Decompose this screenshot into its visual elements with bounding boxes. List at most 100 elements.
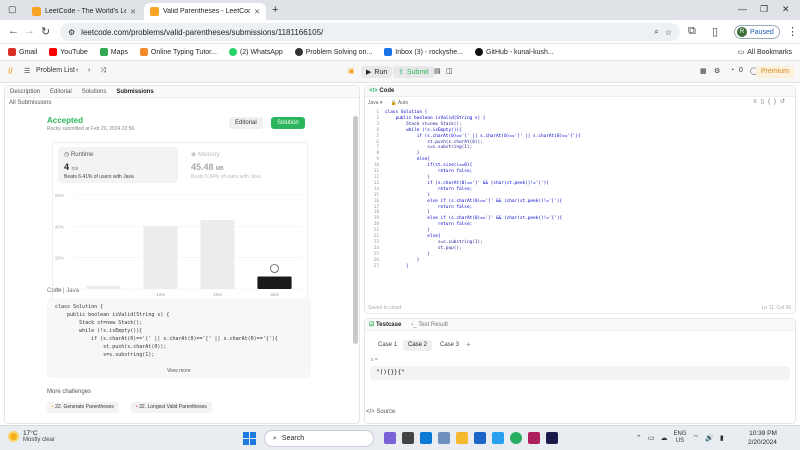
editor-tools[interactable]: ≡▯{}↺ — [753, 98, 789, 105]
onedrive-icon[interactable]: ☁ — [661, 434, 668, 442]
problem-list-link[interactable]: Problem List — [36, 67, 75, 74]
all-bookmarks[interactable]: ▭ All Bookmarks — [738, 48, 792, 57]
edge-icon[interactable] — [420, 432, 432, 444]
next-problem-icon[interactable]: › — [88, 67, 90, 74]
premium-button[interactable]: Premium — [755, 66, 794, 78]
all-submissions-link[interactable]: All Submissions — [9, 100, 51, 106]
left-scrollbar[interactable] — [353, 116, 358, 344]
taskbar-clock[interactable]: 10:39 PM 2/20/2024 — [748, 429, 777, 447]
weather-widget[interactable]: 17°C Mostly clear — [8, 430, 55, 443]
tab-menu-icon[interactable]: ▢ — [8, 4, 17, 15]
bookmark-star-icon[interactable]: ☆ — [665, 28, 672, 37]
challenge-generate-parentheses[interactable]: • 22. Generate Parentheses — [47, 402, 119, 413]
file-explorer-icon[interactable] — [456, 432, 468, 444]
gmail-icon — [8, 48, 16, 56]
settings-icon[interactable] — [438, 432, 450, 444]
layout-icon[interactable]: ▦ — [700, 67, 707, 75]
bookmark-youtube[interactable]: YouTube — [49, 48, 88, 56]
close-icon[interactable]: ✕ — [254, 8, 260, 16]
leetcode-logo-icon[interactable]: ⟨/ — [8, 67, 13, 75]
tab-submissions[interactable]: Submissions — [116, 89, 153, 95]
solution-button[interactable]: Solution — [271, 117, 305, 129]
volume-icon[interactable]: 🔊 — [705, 434, 714, 442]
site-info-icon[interactable]: ⚙ — [68, 28, 75, 37]
extensions-icon[interactable]: ⧉ — [688, 25, 696, 38]
notes-icon[interactable]: ▤ — [434, 67, 441, 75]
fullscreen-icon[interactable]: ◫ — [446, 67, 453, 75]
code-line[interactable]: } — [385, 264, 581, 270]
back-arrow-icon[interactable]: ← — [8, 25, 19, 37]
url-bar[interactable]: ⚙ leetcode.com/problems/valid-parenthese… — [60, 23, 680, 41]
chrome-icon[interactable] — [510, 432, 522, 444]
reload-icon[interactable]: ↻ — [41, 25, 50, 38]
tab-solutions[interactable]: Solutions — [82, 89, 107, 95]
bookmark-gmail[interactable]: Gmail — [8, 48, 37, 56]
battery-icon[interactable]: ▮ — [720, 434, 724, 442]
case-3-tab[interactable]: Case 3 — [435, 340, 464, 351]
code-line[interactable]: if (s.charAt(0)=='(' || s.charAt(0)=='['… — [385, 134, 581, 140]
shuffle-icon[interactable]: ⤨ — [100, 67, 106, 75]
whatsapp-taskbar-icon[interactable] — [492, 432, 504, 444]
code-line[interactable]: else if (s.charAt(0)==']' && (char)st.pe… — [385, 199, 581, 205]
runtime-box[interactable]: ◷ Runtime 4 ms Beats 6.41% of users with… — [58, 147, 178, 183]
chevron-up-icon[interactable]: ⌃ — [636, 434, 642, 442]
task-view-icon[interactable] — [402, 432, 414, 444]
source-link[interactable]: </> Source — [366, 409, 395, 415]
sidepanel-icon[interactable]: ▯ — [712, 25, 718, 38]
settings-gear-icon[interactable]: ⚙ — [714, 67, 720, 75]
url-text[interactable]: leetcode.com/problems/valid-parentheses/… — [81, 28, 648, 37]
zoom-icon[interactable]: ⌕ — [654, 27, 658, 37]
wifi-icon[interactable]: ⌔ — [693, 434, 700, 443]
debug-icon[interactable]: ▣ — [348, 67, 355, 75]
browser-tab-valid-parentheses[interactable]: Valid Parentheses - LeetCode ✕ — [144, 3, 266, 20]
copilot-icon[interactable] — [384, 432, 396, 444]
code-lines[interactable]: class Solution { public boolean isValid(… — [385, 110, 581, 269]
editorial-button[interactable]: Editorial — [229, 117, 263, 129]
bookmark-problem-solving[interactable]: Problem Solving on... — [294, 48, 372, 56]
language-indicator[interactable]: ENG US — [674, 431, 687, 445]
close-icon[interactable]: ✕ — [130, 8, 136, 16]
tab-editorial[interactable]: Editorial — [50, 89, 72, 95]
param-input[interactable]: "(){}}{" — [370, 366, 790, 380]
battery-saver-icon[interactable]: ▭ — [648, 434, 655, 442]
bookmark-github[interactable]: GitHub - kunal-kush... — [475, 48, 554, 56]
forward-arrow-icon[interactable]: → — [24, 25, 35, 37]
view-more-link[interactable]: View more — [167, 368, 191, 374]
tab-testcase[interactable]: ☑ Testcase — [369, 321, 401, 328]
maximize-icon[interactable]: ❐ — [760, 4, 768, 15]
browser-tab-leetcode-home[interactable]: LeetCode - The World's Leading ✕ — [26, 3, 142, 20]
code-editor[interactable]: 1 2 3 4 5 6 7 8 9 10 11 12 13 14 15 16 17 18 19 20 21 22 23 24 2… — [365, 110, 795, 300]
bookmark-whatsapp[interactable]: (2) WhatsApp — [228, 48, 283, 56]
close-window-icon[interactable]: ✕ — [782, 4, 790, 15]
submit-button[interactable]: ⇪ Submit — [393, 66, 434, 78]
prev-problem-icon[interactable]: ‹ — [76, 67, 78, 74]
leetcode-favicon — [150, 7, 159, 16]
case-1-tab[interactable]: Case 1 — [373, 340, 402, 351]
ms-store-icon[interactable] — [474, 432, 486, 444]
minimize-icon[interactable]: — — [738, 4, 747, 14]
bookmark-typing-tutor[interactable]: Online Typing Tutor... — [139, 48, 217, 56]
memory-box[interactable]: ◉ Memory 45.48 MB Beats 5.84% of users w… — [185, 147, 305, 183]
runtime-beats: Beats 6.41% of users with Java — [64, 174, 134, 180]
kebab-menu-icon[interactable]: ⋮ — [787, 25, 798, 38]
weather-temp: 17°C — [23, 430, 38, 437]
run-button[interactable]: ▶ Run — [361, 66, 393, 78]
bookmark-inbox[interactable]: Inbox (3) - rockyshe... — [384, 48, 463, 56]
tab-description[interactable]: Description — [10, 89, 40, 95]
bookmark-maps[interactable]: Maps — [99, 48, 128, 56]
windows-start-icon[interactable] — [243, 432, 256, 445]
app-icon[interactable] — [528, 432, 540, 444]
auto-toggle[interactable]: 🔒 Auto — [390, 100, 408, 106]
profile-button[interactable]: R Paused — [734, 25, 780, 39]
challenge-longest-valid-parentheses[interactable]: • 32. Longest Valid Parentheses — [131, 402, 212, 413]
streak-icon[interactable]: ◔ — [730, 67, 734, 74]
play-icon: ▶ — [366, 69, 372, 76]
problem-list-icon[interactable]: ☰ — [24, 67, 30, 75]
case-2-tab[interactable]: Case 2 — [403, 340, 433, 351]
add-case-icon[interactable]: + — [466, 340, 471, 349]
tab-test-result[interactable]: ›_ Test Result — [411, 322, 448, 328]
language-select[interactable]: Java ▾ — [368, 100, 382, 106]
intellij-icon[interactable] — [546, 432, 558, 444]
new-tab-icon[interactable]: + — [272, 4, 278, 16]
taskbar-search[interactable]: ⌕ Search — [264, 430, 374, 447]
